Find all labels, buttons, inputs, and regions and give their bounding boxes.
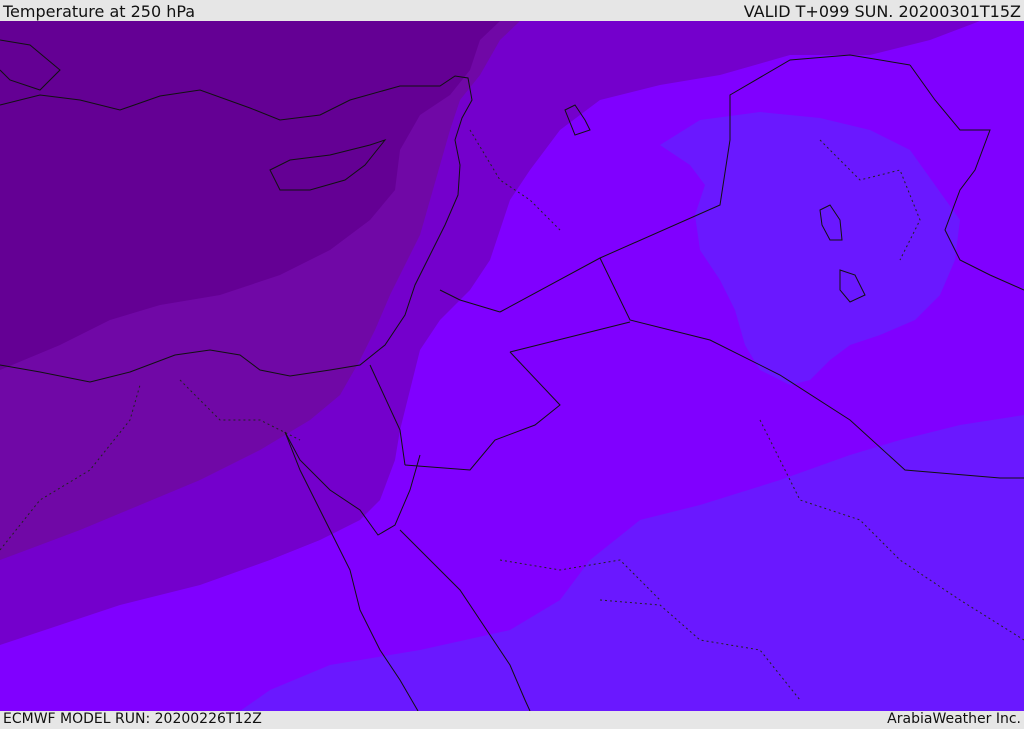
footer-bar: ECMWF MODEL RUN: 20200226T12Z ArabiaWeat… xyxy=(0,711,1024,729)
model-run-label: ECMWF MODEL RUN: 20200226T12Z xyxy=(3,711,262,727)
valid-time-label: VALID T+099 SUN. 20200301T15Z xyxy=(743,2,1021,21)
header-bar: Temperature at 250 hPa VALID T+099 SUN. … xyxy=(0,0,1024,21)
credit-label: ArabiaWeather Inc. xyxy=(887,711,1021,727)
map-title: Temperature at 250 hPa xyxy=(3,2,196,21)
temperature-map xyxy=(0,21,1024,711)
